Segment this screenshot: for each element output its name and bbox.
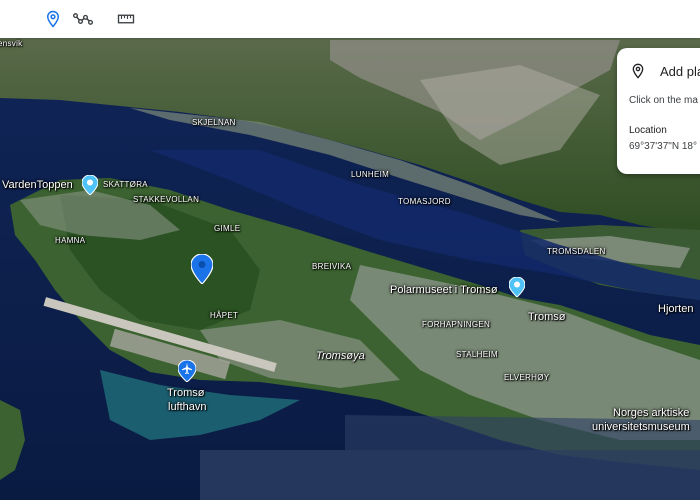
add-place-button[interactable] xyxy=(38,4,68,34)
location-pin-icon xyxy=(632,63,644,79)
label-ensvik: ensvik xyxy=(0,39,23,48)
measure-button[interactable] xyxy=(111,4,141,34)
label-museum-line2[interactable]: universitetsmuseum xyxy=(592,421,690,433)
label-lunheim: LUNHEIM xyxy=(351,170,390,179)
label-elverhoy: ELVERHØY xyxy=(504,373,550,382)
vardentoppen-poi-pin[interactable] xyxy=(81,174,99,200)
label-forhapningen: FORHAPNINGEN xyxy=(422,320,491,329)
top-toolbar xyxy=(0,0,700,38)
label-airport-line2[interactable]: lufthavn xyxy=(168,401,207,413)
label-hjorten[interactable]: Hjorten xyxy=(658,303,693,315)
label-vardentoppen[interactable]: VardenToppen xyxy=(2,179,73,191)
location-pin-icon xyxy=(46,10,60,28)
low-res-tile xyxy=(200,450,700,500)
label-tromsoya: Tromsøya xyxy=(316,350,365,362)
label-skattora: SKATTØRA xyxy=(103,180,148,189)
label-skjelnan: SKJELNAN xyxy=(192,118,236,127)
label-polarmuseet[interactable]: Polarmuseet i Tromsø xyxy=(390,284,498,296)
polarmuseet-poi-pin[interactable] xyxy=(508,276,526,302)
label-breivika: BREIVIKA xyxy=(312,262,352,271)
airport-poi-pin[interactable] xyxy=(177,359,197,387)
airplane-icon xyxy=(177,359,197,383)
label-stalheim: STALHEIM xyxy=(456,350,498,359)
location-heading: Location xyxy=(629,125,667,136)
label-tromso-city[interactable]: Tromsø xyxy=(528,311,565,323)
label-stakkevollan: STAKKEVOLLAN xyxy=(133,195,200,204)
museum-pin-icon xyxy=(508,276,526,298)
path-polyline-icon xyxy=(73,13,93,25)
label-hapet: HÅPET xyxy=(210,311,239,320)
panel-description: Click on the ma xyxy=(629,95,698,106)
panel-title: Add pla xyxy=(660,64,700,79)
label-airport-line1[interactable]: Tromsø xyxy=(167,387,204,399)
draw-path-button[interactable] xyxy=(68,4,98,34)
label-tomasjord: TOMASJORD xyxy=(398,197,451,206)
location-marker-icon xyxy=(190,253,214,285)
label-tromsdalen: TROMSDALEN xyxy=(547,247,606,256)
add-place-panel: Add pla Click on the ma Location 69°37'3… xyxy=(617,48,700,174)
selected-location-pin[interactable] xyxy=(190,253,214,289)
viewpoint-pin-icon xyxy=(81,174,99,196)
ruler-icon xyxy=(117,14,135,24)
label-hamna: HAMNA xyxy=(55,236,86,245)
label-gimle: GIMLE xyxy=(214,224,241,233)
label-museum-line1[interactable]: Norges arktiske xyxy=(613,407,689,419)
location-coordinates[interactable]: 69°37'37"N 18° xyxy=(629,141,697,152)
